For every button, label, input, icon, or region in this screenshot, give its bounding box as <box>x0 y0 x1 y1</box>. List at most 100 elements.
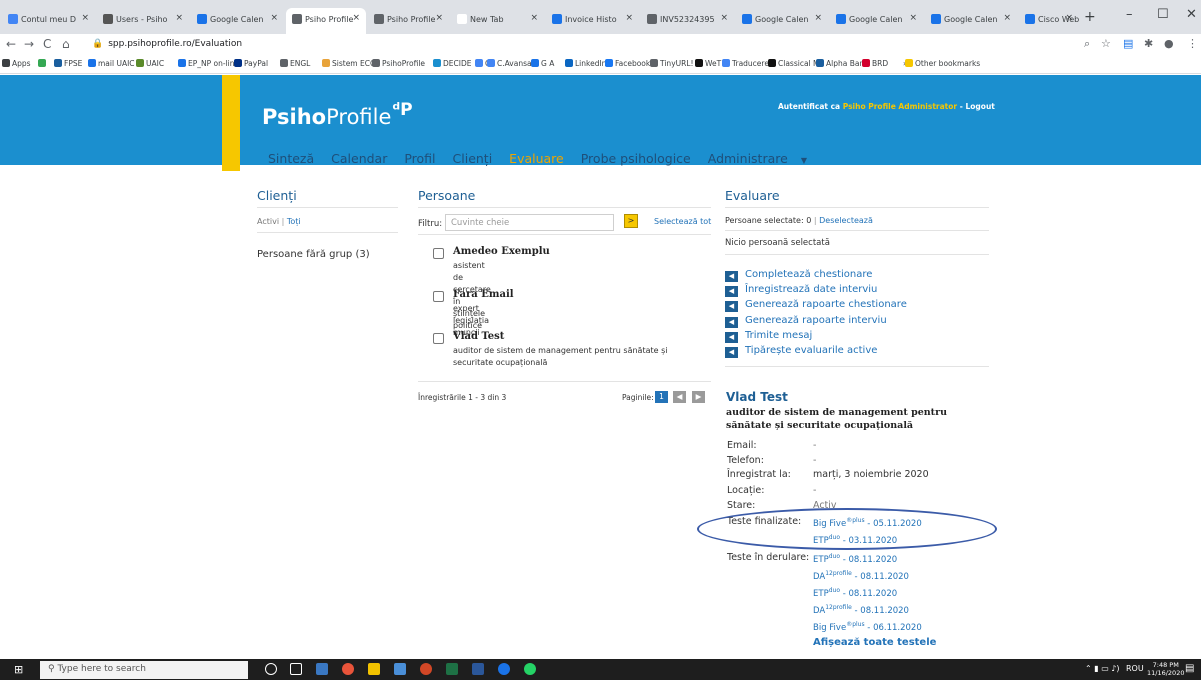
ongoing-test-link[interactable]: DA12profile - 08.11.2020 <box>813 570 909 582</box>
home-icon[interactable]: ⌂ <box>62 37 70 51</box>
notifications-icon[interactable]: ▤ <box>1185 663 1194 674</box>
next-page-icon[interactable]: ▶ <box>692 391 705 403</box>
chrome-icon[interactable] <box>342 663 354 675</box>
whatsapp-icon[interactable] <box>524 663 536 675</box>
tray-icons[interactable]: ⌃ ▮ ▭ ♪) <box>1085 664 1120 673</box>
reload-icon[interactable]: C <box>43 37 51 51</box>
person-checkbox[interactable] <box>433 248 444 259</box>
close-tab-icon[interactable]: × <box>625 13 633 23</box>
action-generate-interview-reports[interactable]: ◀ Generează rapoarte interviu <box>725 315 887 328</box>
close-tab-icon[interactable]: × <box>175 13 183 23</box>
bookmark-item[interactable]: Apps <box>2 59 31 68</box>
close-tab-icon[interactable]: × <box>1003 13 1011 23</box>
excel-icon[interactable] <box>446 663 458 675</box>
ongoing-test-link[interactable]: ETPduo - 08.11.2020 <box>813 587 897 599</box>
browser-tab[interactable]: Cisco Webex× <box>1019 8 1079 34</box>
ongoing-test-link[interactable]: Big Five®plus - 06.11.2020 <box>813 621 922 633</box>
bookmark-item[interactable]: Facebook <box>605 59 650 68</box>
bookmark-item[interactable]: EP_NP on-line <box>178 59 239 68</box>
bookmark-item[interactable]: UAIC <box>136 59 164 68</box>
person-name[interactable]: Amedeo Exemplu <box>453 246 550 257</box>
powerpoint-icon[interactable] <box>420 663 432 675</box>
close-tab-icon[interactable]: × <box>720 13 728 23</box>
browser-tab[interactable]: Google Calen × <box>830 8 923 34</box>
word-icon[interactable] <box>472 663 484 675</box>
clock[interactable]: 7:48 PM 11/16/2020 <box>1147 661 1184 677</box>
group-no-group[interactable]: Persoane fără grup (3) <box>257 249 370 260</box>
bookmark-item[interactable]: DECIDE <box>433 59 471 68</box>
close-tab-icon[interactable]: × <box>530 13 538 23</box>
action-send-message[interactable]: ◀ Trimite mesaj <box>725 330 812 343</box>
ongoing-test-link[interactable]: ETPduo - 08.11.2020 <box>813 553 897 565</box>
bookmark-item[interactable]: Alpha Bank <box>816 59 869 68</box>
logout-link[interactable]: Logout <box>966 102 995 111</box>
bookmark-item[interactable]: Traducere <box>722 59 769 68</box>
close-tab-icon[interactable]: × <box>352 13 360 23</box>
bookmark-item[interactable]: Other bookmarks <box>905 59 980 68</box>
bookmark-item[interactable]: Sistem ECO <box>322 59 376 68</box>
person-name[interactable]: Fara Email <box>453 289 514 300</box>
bookmark-item[interactable]: PsihoProfile <box>372 59 425 68</box>
nav-calendar[interactable]: Calendar <box>331 151 387 166</box>
close-tab-icon[interactable]: × <box>81 13 89 23</box>
close-tab-icon[interactable]: × <box>1065 13 1073 23</box>
browser-tab[interactable]: Google Calen × <box>925 8 1017 34</box>
page-1-button[interactable]: 1 <box>655 391 668 403</box>
extension-icon[interactable]: ▤ <box>1123 37 1133 50</box>
bookmark-item[interactable]: FPSE <box>54 59 82 68</box>
filter-go-button[interactable]: > <box>624 214 638 228</box>
bookmark-item[interactable]: Classical M <box>768 59 819 68</box>
zoom-icon[interactable]: ⌕ <box>1084 37 1090 51</box>
bookmark-item[interactable]: TinyURL! <box>650 59 694 68</box>
filter-all-link[interactable]: Toți <box>287 217 301 226</box>
bookmark-item[interactable]: LinkedIn <box>565 59 606 68</box>
browser-tab[interactable]: Users - Psiho × <box>97 8 189 34</box>
action-record-interview[interactable]: ◀ Înregistrează date interviu <box>725 284 877 297</box>
action-generate-questionnaire-reports[interactable]: ◀ Generează rapoarte chestionare <box>725 299 907 312</box>
browser-tab[interactable]: Google Calen × <box>736 8 828 34</box>
action-print-active[interactable]: ◀ Tipărește evaluarile active <box>725 345 877 358</box>
close-tab-icon[interactable]: × <box>909 13 917 23</box>
browser-tab[interactable]: INV52324395 × <box>641 8 734 34</box>
bookmark-item[interactable]: PayPal <box>234 59 268 68</box>
back-icon[interactable]: ← <box>6 37 16 51</box>
select-all-link[interactable]: Selectează tot <box>654 217 711 226</box>
action-complete-questionnaires[interactable]: ◀ Completează chestionare <box>725 269 872 282</box>
psihoprofile-logo[interactable]: PsihoProfile <box>262 105 391 129</box>
profile-avatar-icon[interactable]: ● <box>1164 37 1174 50</box>
app-icon[interactable] <box>394 663 406 675</box>
nav-profil[interactable]: Profil <box>404 151 435 166</box>
bookmark-item[interactable]: G A <box>531 59 554 68</box>
bookmark-item[interactable]: BRD <box>862 59 888 68</box>
star-icon[interactable]: ☆ <box>1101 37 1111 50</box>
auth-user-link[interactable]: Psiho Profile Administrator <box>843 102 957 111</box>
maximize-button[interactable]: ☐ <box>1157 7 1169 22</box>
browser-tab[interactable]: New Tab × <box>451 8 544 34</box>
bookmark-item[interactable]: WeT <box>695 59 721 68</box>
task-view-icon[interactable] <box>290 663 302 675</box>
person-checkbox[interactable] <box>433 291 444 302</box>
nav-clienti[interactable]: Clienți <box>453 151 493 166</box>
person-name[interactable]: Vlad Test <box>453 331 504 342</box>
ongoing-test-link[interactable]: DA12profile - 08.11.2020 <box>813 604 909 616</box>
browser-tab[interactable]: Psiho Profile × <box>368 8 449 34</box>
deselect-link[interactable]: Deselectează <box>819 216 873 225</box>
app-icon[interactable] <box>316 663 328 675</box>
minimize-button[interactable]: – <box>1126 7 1133 22</box>
puzzle-icon[interactable]: ✱ <box>1144 37 1153 50</box>
close-window-button[interactable]: ✕ <box>1186 7 1197 22</box>
keyword-search-input[interactable]: Cuvinte cheie <box>445 214 614 231</box>
windows-start-icon[interactable]: ⊞ <box>14 663 23 676</box>
language-indicator[interactable]: ROU <box>1126 664 1144 673</box>
menu-icon[interactable]: ⋮ <box>1187 37 1198 50</box>
bookmark-item[interactable] <box>38 59 48 68</box>
cortana-icon[interactable] <box>265 663 277 675</box>
close-tab-icon[interactable]: × <box>814 13 822 23</box>
close-tab-icon[interactable]: × <box>435 13 443 23</box>
nav-probe[interactable]: Probe psihologice <box>581 151 691 166</box>
file-explorer-icon[interactable] <box>368 663 380 675</box>
browser-tab[interactable]: Google Calen × <box>191 8 284 34</box>
show-all-tests-link[interactable]: Afișează toate testele <box>813 637 936 648</box>
filter-active-link[interactable]: Activi <box>257 217 279 226</box>
person-checkbox[interactable] <box>433 333 444 344</box>
